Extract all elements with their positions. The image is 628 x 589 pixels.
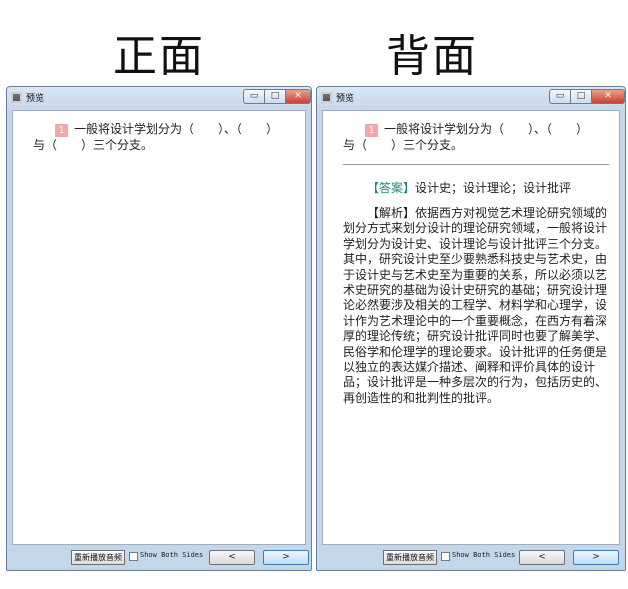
previous-button[interactable]: <	[519, 550, 565, 565]
answer-line: 【答案】设计史；设计理论；设计批评	[367, 179, 571, 196]
show-both-sides-checkbox[interactable]	[441, 552, 450, 561]
question-body: 一般将设计学划分为（ ）、（ ）与（ ）三个分支。	[33, 122, 279, 152]
bottom-toolbar: 重新播放音频 Show Both Sides < >	[317, 546, 625, 570]
back-side-heading: 背面	[386, 31, 478, 82]
minimize-button[interactable]: ▭	[243, 89, 265, 104]
app-icon	[11, 92, 22, 103]
question-body: 一般将设计学划分为（ ）、（ ）与（ ）三个分支。	[343, 122, 589, 152]
replay-audio-button[interactable]: 重新播放音频	[383, 550, 437, 565]
next-button[interactable]: >	[263, 550, 309, 565]
front-side-heading: 正面	[113, 31, 205, 82]
question-text: 1 一般将设计学划分为（ ）、（ ）与（ ）三个分支。	[33, 121, 288, 153]
next-button[interactable]: >	[573, 550, 619, 565]
replay-audio-button[interactable]: 重新播放音频	[71, 550, 125, 565]
app-icon	[321, 92, 332, 103]
previous-button[interactable]: <	[209, 550, 255, 565]
show-both-sides-label: Show Both Sides	[452, 551, 516, 559]
title-bar[interactable]: 预览 ▭ □ ✕	[7, 87, 311, 109]
question-number-badge: 1	[55, 124, 68, 137]
bottom-toolbar: 重新播放音频 Show Both Sides < >	[7, 546, 311, 570]
front-preview-window: 预览 ▭ □ ✕ 1 一般将设计学划分为（ ）、（ ）与（ ）三个分支。 重新播放…	[6, 86, 312, 571]
question-text: 1 一般将设计学划分为（ ）、（ ）与（ ）三个分支。	[343, 121, 598, 153]
window-title: 预览	[336, 94, 355, 104]
show-both-sides-label: Show Both Sides	[140, 551, 204, 559]
card-content-area: 1 一般将设计学划分为（ ）、（ ）与（ ）三个分支。 【答案】设计史；设计理论；…	[322, 110, 620, 545]
maximize-button[interactable]: □	[571, 89, 592, 104]
question-number-badge: 1	[365, 124, 378, 137]
show-both-sides-checkbox[interactable]	[129, 552, 138, 561]
front-back-divider	[343, 164, 609, 165]
close-button[interactable]: ✕	[286, 89, 311, 104]
maximize-button[interactable]: □	[265, 89, 286, 104]
window-title: 预览	[26, 94, 45, 104]
answer-label: 【答案】	[367, 181, 416, 195]
close-button[interactable]: ✕	[592, 89, 625, 104]
title-bar[interactable]: 预览 ▭ □ ✕	[317, 87, 625, 109]
analysis-text: 【解析】依据西方对视觉艺术理论研究领域的划分方式来划分设计的理论研究领域，一般将…	[343, 206, 608, 405]
back-preview-window: 预览 ▭ □ ✕ 1 一般将设计学划分为（ ）、（ ）与（ ）三个分支。 【答案】…	[316, 86, 626, 571]
answer-text: 设计史；设计理论；设计批评	[415, 181, 572, 195]
minimize-button[interactable]: ▭	[549, 89, 571, 104]
card-content-area: 1 一般将设计学划分为（ ）、（ ）与（ ）三个分支。	[12, 110, 306, 545]
